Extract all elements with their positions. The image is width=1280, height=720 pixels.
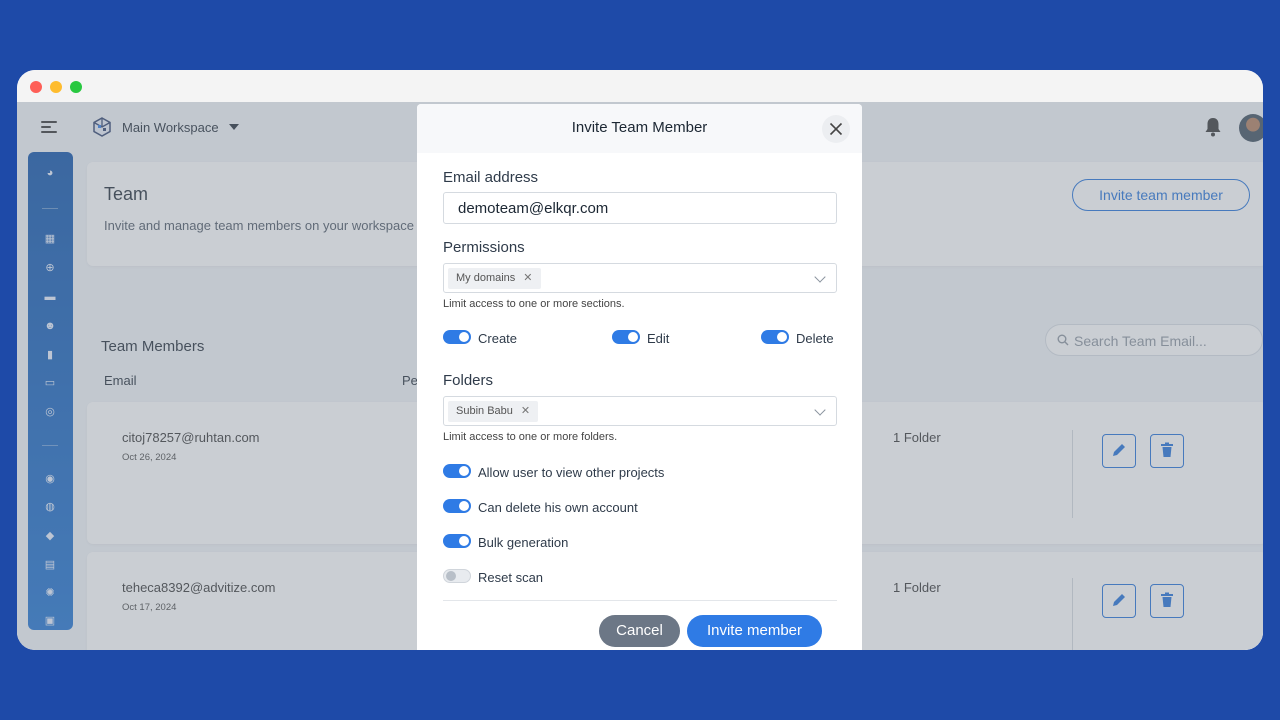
permissions-help: Limit access to one or more sections. xyxy=(443,298,625,310)
folders-label: Folders xyxy=(443,372,494,389)
chip-remove-icon[interactable]: ✕ xyxy=(521,405,530,417)
folders-help: Limit access to one or more folders. xyxy=(443,431,618,443)
view-projects-label: Allow user to view other projects xyxy=(478,465,665,480)
chevron-down-icon[interactable] xyxy=(814,404,826,416)
delete-account-toggle[interactable] xyxy=(443,499,471,513)
chip-label: My domains xyxy=(456,272,516,284)
email-field[interactable] xyxy=(443,192,837,224)
delete-toggle-label: Delete xyxy=(796,331,834,346)
create-toggle[interactable] xyxy=(443,330,471,344)
maximize-window-dot[interactable] xyxy=(70,81,82,93)
view-projects-toggle[interactable] xyxy=(443,464,471,478)
app-area: Main Workspace ◕ ▦ ⊕ ▬ ☻ ▮ ▭ ◎ ◉ ◍ ◆ ▤ ✺ xyxy=(17,102,1263,650)
delete-account-label: Can delete his own account xyxy=(478,500,638,515)
window-titlebar xyxy=(17,70,1263,102)
create-toggle-label: Create xyxy=(478,331,518,346)
browser-window: Main Workspace ◕ ▦ ⊕ ▬ ☻ ▮ ▭ ◎ ◉ ◍ ◆ ▤ ✺ xyxy=(17,70,1263,650)
permissions-chip[interactable]: My domains ✕ xyxy=(448,268,541,289)
bulk-generation-label: Bulk generation xyxy=(478,535,569,550)
modal-title: Invite Team Member xyxy=(571,119,708,136)
chip-remove-icon[interactable]: ✕ xyxy=(523,272,532,284)
permissions-label: Permissions xyxy=(443,239,525,256)
edit-toggle[interactable] xyxy=(612,330,640,344)
chip-label: Subin Babu xyxy=(456,405,513,417)
cancel-button[interactable]: Cancel xyxy=(599,615,680,647)
close-icon xyxy=(829,122,843,136)
reset-scan-label: Reset scan xyxy=(478,570,544,585)
folders-chip[interactable]: Subin Babu ✕ xyxy=(448,401,539,422)
bulk-generation-toggle[interactable] xyxy=(443,534,471,548)
close-button[interactable] xyxy=(822,115,850,143)
modal-divider xyxy=(443,600,837,601)
reset-scan-toggle[interactable] xyxy=(443,569,471,583)
email-label: Email address xyxy=(443,169,539,186)
edit-toggle-label: Edit xyxy=(647,331,670,346)
folders-select[interactable]: Subin Babu ✕ xyxy=(443,396,837,426)
invite-modal: Invite Team Member Email address Permiss… xyxy=(417,104,862,650)
invite-member-button[interactable]: Invite member xyxy=(687,615,822,647)
chevron-down-icon[interactable] xyxy=(814,271,826,283)
delete-toggle[interactable] xyxy=(761,330,789,344)
minimize-window-dot[interactable] xyxy=(50,81,62,93)
permissions-select[interactable]: My domains ✕ xyxy=(443,263,837,293)
close-window-dot[interactable] xyxy=(30,81,42,93)
modal-header: Invite Team Member xyxy=(417,104,862,153)
